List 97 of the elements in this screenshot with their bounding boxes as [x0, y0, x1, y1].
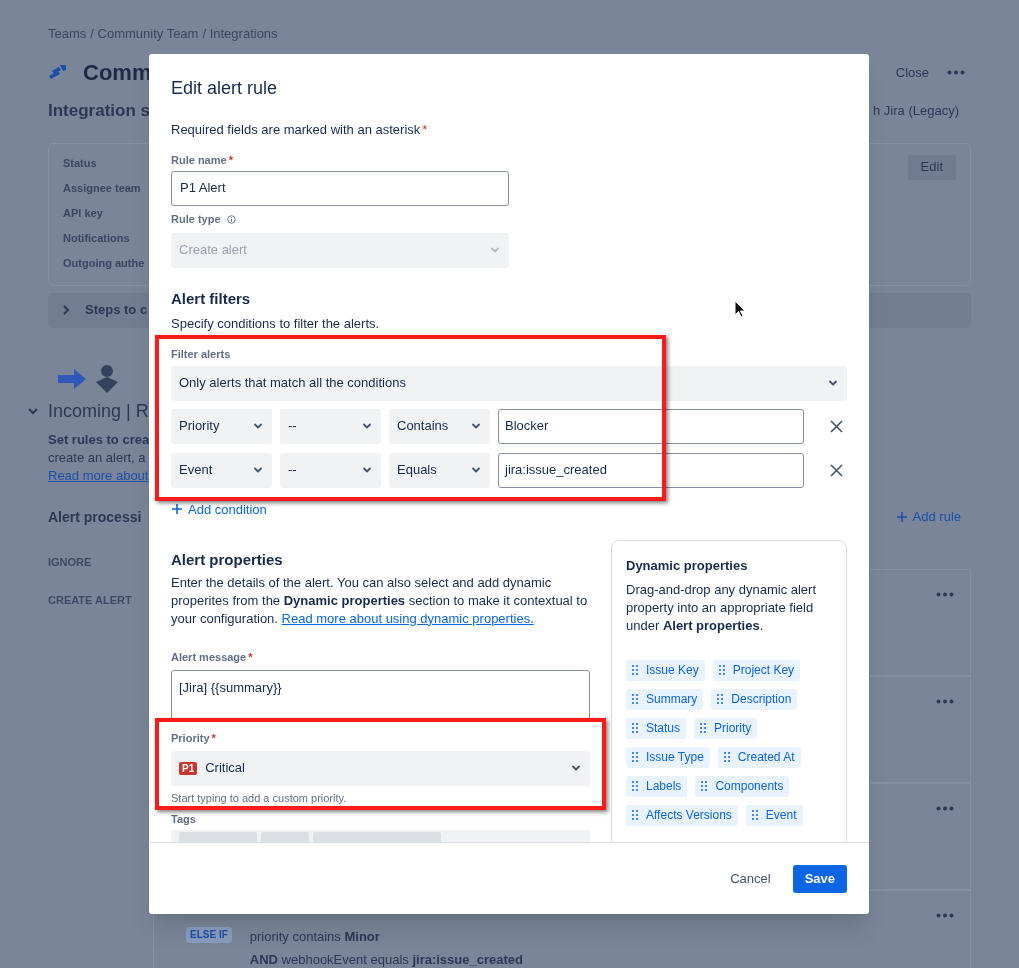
- condition-value-field[interactable]: Blocker: [498, 408, 804, 444]
- select-field[interactable]: Only alerts that match all the conditions: [171, 365, 847, 401]
- select-field[interactable]: --: [280, 452, 381, 488]
- select-field[interactable]: --: [280, 408, 381, 444]
- setting-label: Status: [63, 155, 98, 171]
- field-label: Alert message: [171, 650, 247, 666]
- drag-handle-icon: [632, 665, 638, 675]
- dynamic-properties-link[interactable]: Read more about using dynamic properties.: [281, 610, 534, 626]
- setting-label: Notifications: [63, 230, 131, 246]
- required-note: Required fields are marked with an asterisk: [171, 122, 421, 137]
- field-label: Rule type: [171, 212, 221, 228]
- required-asterisk: *: [422, 122, 428, 137]
- select-field[interactable]: Priority: [171, 408, 272, 444]
- category-label: CREATE ALERT: [48, 593, 133, 608]
- property-chip[interactable]: Summary: [626, 688, 704, 710]
- setting-label: Outgoing authe: [63, 255, 145, 271]
- section-description: Specify conditions to filter the alerts.: [171, 315, 380, 333]
- required-asterisk: *: [211, 731, 216, 747]
- close-icon[interactable]: [830, 419, 843, 433]
- section-heading: Alert filters: [171, 288, 251, 309]
- select-field[interactable]: Event: [171, 452, 272, 488]
- more-icon[interactable]: [947, 70, 965, 75]
- field-label: Rule name: [171, 153, 227, 169]
- panel-title: Dynamic properties: [626, 557, 749, 575]
- section-heading: Alert processi: [48, 507, 142, 527]
- drag-handle-icon: [632, 781, 638, 791]
- more-icon[interactable]: [936, 698, 954, 704]
- rule-name-field[interactable]: P1 Alert: [171, 170, 509, 206]
- property-chip[interactable]: Event: [745, 804, 803, 826]
- property-chip[interactable]: Components: [695, 775, 790, 797]
- priority-badge: P1: [179, 761, 198, 775]
- description-text: create an alert, a: [48, 448, 146, 467]
- property-chip[interactable]: Priority: [694, 717, 758, 739]
- section-title: Integration s: [48, 99, 150, 122]
- integration-drawing: [56, 363, 120, 394]
- info-icon[interactable]: [226, 215, 236, 224]
- more-icon[interactable]: [936, 805, 954, 811]
- page-title: Comm: [83, 59, 152, 87]
- more-icon[interactable]: [936, 912, 954, 918]
- drag-handle-icon: [701, 781, 708, 791]
- edit-button[interactable]: Edit: [907, 154, 956, 180]
- condition-text: priority contains Minor: [249, 927, 381, 946]
- condition-text: AND webhookEvent equals jira:issue_created: [249, 951, 523, 968]
- property-chip[interactable]: Issue Key: [626, 659, 705, 681]
- drag-handle-icon: [751, 810, 758, 820]
- more-icon[interactable]: [936, 591, 954, 597]
- drag-handle-icon: [632, 752, 638, 762]
- field-label: Filter alerts: [171, 347, 231, 363]
- category-label: IGNORE: [48, 554, 93, 570]
- drag-handle-icon: [718, 665, 725, 675]
- drag-handle-icon: [632, 694, 638, 704]
- mouse-pointer-icon: [734, 300, 746, 318]
- property-chip[interactable]: Status: [626, 717, 687, 739]
- close-button[interactable]: Close: [895, 62, 929, 83]
- cancel-button[interactable]: Cancel: [718, 864, 783, 893]
- drag-handle-icon: [723, 752, 730, 762]
- section-heading: Alert properties: [171, 550, 284, 570]
- condition-value-field[interactable]: jira:issue_created: [498, 452, 804, 488]
- property-chip[interactable]: Labels: [626, 775, 688, 797]
- select-field[interactable]: Contains: [389, 408, 490, 444]
- condition-badge: ELSE IF: [186, 926, 232, 943]
- drag-handle-icon: [632, 810, 638, 820]
- select-field: Create alert: [171, 232, 509, 268]
- breadcrumb-link[interactable]: / Community Team: [90, 24, 199, 44]
- property-chip[interactable]: Created At: [717, 746, 801, 768]
- property-chip[interactable]: Issue Type: [626, 746, 710, 768]
- add-condition-button[interactable]: Add condition: [171, 499, 267, 519]
- breadcrumb-link[interactable]: Teams: [48, 24, 87, 44]
- plus-icon: [171, 503, 183, 516]
- property-chip[interactable]: Description: [711, 688, 798, 710]
- steps-label: Steps to c: [85, 301, 148, 320]
- property-chip[interactable]: Project Key: [712, 659, 801, 681]
- close-icon[interactable]: [830, 463, 843, 477]
- plus-icon: [895, 511, 908, 523]
- chevron-right-icon: [62, 305, 70, 315]
- setting-label: API key: [63, 205, 104, 221]
- panel-description: Drag-and-drop any dynamic alert property into an appropriate field under Alert properties.: [626, 580, 818, 635]
- field-label: Priority: [171, 731, 210, 747]
- description-text: Set rules to crea: [48, 430, 150, 449]
- drag-handle-icon: [700, 723, 707, 733]
- select-field[interactable]: Equals: [389, 452, 490, 488]
- setting-label: Assignee team: [63, 180, 142, 196]
- section-description: Enter the details of the alert. You can also select and add dynamic properites from the Dynamic properties section to make it contextual to your configuration. Read more about using dynamic properties.: [171, 573, 589, 628]
- drag-handle-icon: [632, 723, 638, 733]
- property-chip[interactable]: Affects Versions: [626, 804, 738, 826]
- priority-select[interactable]: P1 Critical: [171, 750, 590, 786]
- section-heading: Incoming | R: [48, 399, 149, 423]
- integration-type: h Jira (Legacy): [873, 101, 959, 120]
- field-label: Tags: [171, 811, 196, 827]
- helper-text: Start typing to add a custom priority.: [171, 790, 348, 806]
- dialog-title: Edit alert rule: [171, 77, 279, 100]
- required-asterisk: *: [228, 153, 233, 169]
- save-button[interactable]: Save: [792, 864, 847, 893]
- breadcrumb-link[interactable]: / Integrations: [202, 24, 278, 44]
- required-asterisk: *: [248, 650, 253, 666]
- drag-handle-icon: [717, 694, 724, 704]
- chevron-down-icon[interactable]: [28, 407, 38, 415]
